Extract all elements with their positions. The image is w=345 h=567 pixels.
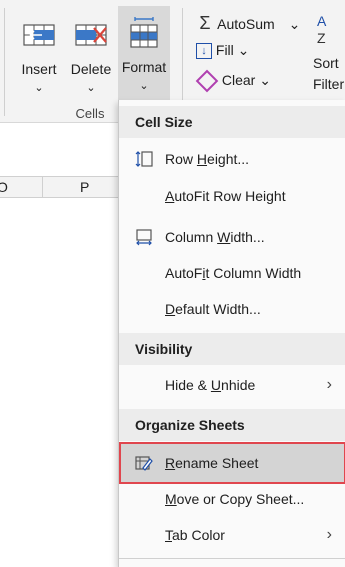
menu-item-row-height[interactable]: Row Height... — [119, 141, 345, 177]
delete-cells-icon — [75, 24, 107, 46]
row-height-icon — [135, 151, 153, 167]
menu-item-autofit-column-width[interactable]: AutoFit Column Width — [119, 255, 345, 291]
rename-sheet-icon — [135, 456, 153, 471]
clear-label: Clear — [221, 72, 256, 88]
submenu-arrow-icon: › — [326, 526, 332, 543]
chevron-down-icon: ⌄ — [237, 42, 250, 58]
chevron-down-icon: ⌄ — [86, 82, 96, 94]
format-cells-icon — [130, 17, 158, 48]
fill-button[interactable]: ↓ Fill ⌄ — [196, 42, 250, 60]
sort-filter-button[interactable]: A Z Sort Filter — [313, 10, 345, 98]
insert-button[interactable]: Insert ⌄ — [14, 8, 64, 100]
eraser-icon — [195, 69, 219, 93]
delete-button[interactable]: Delete ⌄ — [66, 8, 116, 100]
section-header-cell-size: Cell Size — [119, 106, 345, 138]
section-header-organize-sheets: Organize Sheets — [119, 409, 345, 441]
menu-item-rename-sheet[interactable]: Rename Sheet — [119, 442, 345, 484]
submenu-arrow-icon: › — [326, 376, 332, 393]
cells-group-label: Cells — [75, 106, 105, 121]
autosum-label: AutoSum — [217, 16, 275, 32]
column-header-o[interactable]: O — [0, 179, 8, 195]
clear-button[interactable]: Clear ⌄ — [195, 69, 271, 93]
menu-divider — [119, 558, 345, 559]
filter-label: Filter — [313, 76, 345, 92]
fill-down-icon: ↓ — [196, 43, 212, 60]
group-divider — [4, 8, 5, 116]
format-dropdown-menu: Cell Size Row Height... AutoFit Row Heig… — [118, 100, 345, 567]
insert-cells-icon — [23, 24, 55, 46]
format-button[interactable]: Format ⌄ — [118, 6, 170, 100]
column-divider[interactable] — [42, 177, 43, 197]
menu-item-tab-color[interactable]: Tab Color › — [119, 517, 345, 553]
autosum-button[interactable]: Σ AutoSum ⌄ — [196, 13, 300, 34]
chevron-down-icon: ⌄ — [139, 80, 149, 92]
menu-item-default-width[interactable]: Default Width... — [119, 291, 345, 327]
menu-item-autofit-row-height[interactable]: AutoFit Row Height — [119, 178, 345, 214]
menu-item-hide-unhide[interactable]: Hide & Unhide › — [119, 367, 345, 403]
chevron-down-icon: ⌄ — [259, 72, 271, 88]
chevron-down-icon: ⌄ — [34, 82, 44, 94]
delete-label: Delete — [70, 61, 112, 77]
svg-text:Z: Z — [317, 30, 326, 46]
insert-label: Insert — [21, 61, 57, 77]
fill-label: Fill — [215, 42, 234, 58]
section-header-visibility: Visibility — [119, 333, 345, 365]
svg-text:A: A — [317, 13, 327, 29]
sort-label: Sort — [313, 55, 339, 71]
format-label: Format — [121, 59, 167, 75]
sort-az-icon: A Z — [317, 13, 327, 46]
chevron-down-icon: ⌄ — [288, 16, 301, 32]
sigma-icon: Σ — [199, 13, 211, 33]
column-width-icon — [136, 229, 152, 246]
column-header-p[interactable]: P — [80, 179, 89, 195]
menu-item-move-or-copy-sheet[interactable]: Move or Copy Sheet... — [119, 481, 345, 517]
menu-item-column-width[interactable]: Column Width... — [119, 219, 345, 255]
